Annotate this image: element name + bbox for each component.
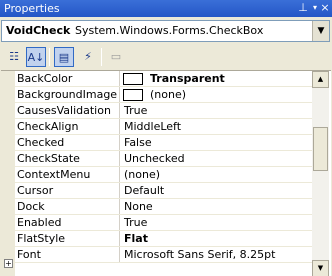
property-row[interactable]: FlatStyle Flat [1, 231, 312, 247]
property-row[interactable]: CausesValidation True [1, 103, 312, 119]
property-row[interactable]: CheckState Unchecked [1, 151, 312, 167]
column-divider[interactable] [119, 231, 120, 247]
property-row[interactable]: Cursor Default [1, 183, 312, 199]
properties-icon[interactable]: ▤ [54, 47, 74, 67]
column-divider[interactable] [119, 151, 120, 167]
property-value[interactable]: (none) [150, 88, 186, 101]
property-row[interactable]: BackgroundImage (none) [1, 87, 312, 103]
property-value[interactable]: Flat [124, 232, 148, 245]
scroll-thumb[interactable] [313, 127, 328, 171]
property-value[interactable]: Unchecked [124, 152, 185, 165]
property-row[interactable]: Font Microsoft Sans Serif, 8.25pt [1, 247, 312, 263]
property-value[interactable]: None [124, 200, 153, 213]
property-row[interactable]: BackColor Transparent [1, 71, 312, 87]
selected-object-name: VoidCheck [6, 24, 71, 37]
property-pages-icon: ▭ [110, 50, 122, 63]
column-divider[interactable] [119, 215, 120, 231]
property-value[interactable]: Microsoft Sans Serif, 8.25pt [124, 248, 275, 261]
properties-titlebar: Properties ⊥ ▾ × [0, 0, 332, 17]
property-value[interactable]: True [124, 104, 147, 117]
property-name: ContextMenu [17, 168, 91, 181]
vertical-scrollbar[interactable]: ▲ ▼ [312, 71, 329, 276]
column-divider[interactable] [119, 199, 120, 215]
property-value[interactable]: MiddleLeft [124, 120, 181, 133]
property-row[interactable]: Checked False [1, 135, 312, 151]
property-value[interactable]: Transparent [150, 72, 225, 85]
column-divider[interactable] [119, 103, 120, 119]
column-divider[interactable] [119, 87, 120, 103]
property-name: FlatStyle [17, 232, 66, 245]
selected-object-type: System.Windows.Forms.CheckBox [75, 24, 264, 37]
row-separator [15, 262, 312, 263]
categorized-icon[interactable]: ☷ [4, 47, 24, 67]
property-value[interactable]: True [124, 216, 147, 229]
property-row[interactable]: ContextMenu (none) [1, 167, 312, 183]
property-name: Font [17, 248, 41, 261]
column-divider[interactable] [119, 167, 120, 183]
toolbar-separator [101, 48, 102, 66]
toolbar-separator [49, 48, 50, 66]
property-value[interactable]: False [124, 136, 152, 149]
scroll-down-icon[interactable]: ▼ [312, 260, 329, 276]
property-row[interactable]: CheckAlign MiddleLeft [1, 119, 312, 135]
alphabetical-icon[interactable]: A↓ [26, 47, 46, 67]
column-divider[interactable] [119, 71, 120, 87]
property-name: BackgroundImage [17, 88, 117, 101]
property-name: CheckAlign [17, 120, 79, 133]
property-grid: BackColor Transparent BackgroundImage (none… [1, 70, 331, 276]
expand-icon[interactable]: + [4, 259, 13, 268]
property-name: BackColor [17, 72, 73, 85]
events-icon[interactable]: ⚡ [78, 47, 98, 67]
column-divider[interactable] [119, 135, 120, 151]
close-icon[interactable]: × [318, 1, 332, 15]
column-divider[interactable] [119, 119, 120, 135]
property-name: Checked [17, 136, 65, 149]
scroll-up-icon[interactable]: ▲ [312, 71, 329, 88]
property-name: CausesValidation [17, 104, 111, 117]
column-divider[interactable] [119, 247, 120, 263]
object-selector[interactable]: VoidCheck System.Windows.Forms.CheckBox … [1, 20, 330, 42]
column-divider[interactable] [119, 183, 120, 199]
property-value[interactable]: Default [124, 184, 164, 197]
property-name: Dock [17, 200, 45, 213]
property-name: Enabled [17, 216, 62, 229]
properties-toolbar: ☷ A↓ ▤ ⚡ ▭ [0, 44, 332, 70]
property-row[interactable]: Dock None [1, 199, 312, 215]
property-value[interactable]: (none) [124, 168, 160, 181]
property-row[interactable]: Enabled True [1, 215, 312, 231]
chevron-down-icon[interactable]: ▼ [312, 21, 329, 41]
property-name: CheckState [17, 152, 80, 165]
value-swatch [123, 89, 143, 101]
window-title: Properties [4, 2, 60, 15]
value-swatch [123, 73, 143, 85]
property-name: Cursor [17, 184, 54, 197]
